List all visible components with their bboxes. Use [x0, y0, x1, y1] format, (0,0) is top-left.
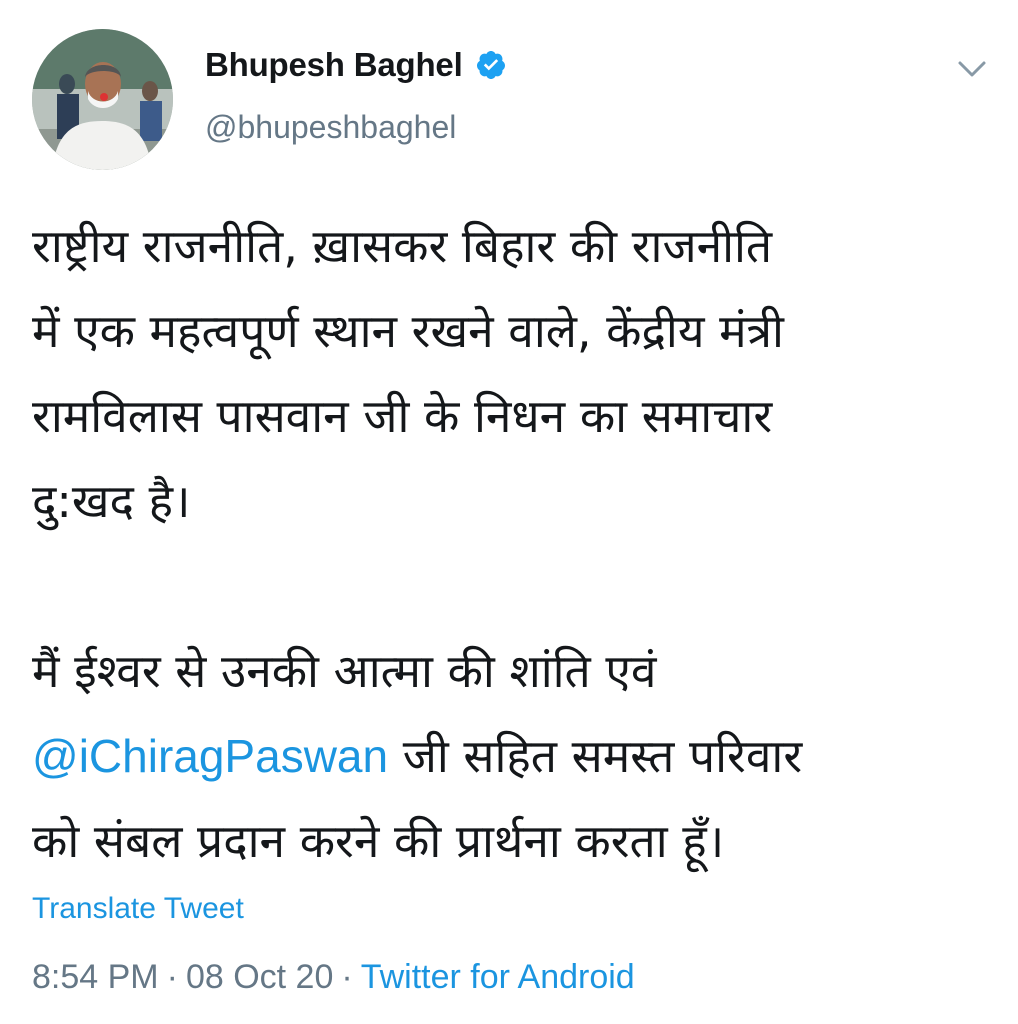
author-handle[interactable]: @bhupeshbaghel — [205, 109, 456, 146]
tweet-paragraph-1: राष्ट्रीय राजनीति, ख़ासकर बिहार की राजनी… — [32, 219, 784, 528]
mention-link[interactable]: @iChiragPaswan — [32, 730, 388, 782]
tweet-source-link[interactable]: Twitter for Android — [361, 958, 635, 996]
author-name-row: Bhupesh Baghel — [205, 46, 507, 84]
author-display-name[interactable]: Bhupesh Baghel — [205, 46, 463, 84]
tweet-date[interactable]: 08 Oct 20 — [186, 958, 333, 996]
tweet-metadata: 8:54 PM · 08 Oct 20 · Twitter for Android — [32, 958, 635, 997]
meta-separator: · — [166, 958, 178, 996]
tweet-card: Bhupesh Baghel @bhupeshbaghel राष्ट्रीय … — [0, 0, 1018, 1024]
tweet-paragraph-2: मैं ईश्वर से उनकी आत्मा की शांति एवं @iC… — [32, 629, 982, 884]
tweet-menu-button[interactable] — [952, 54, 992, 84]
verified-badge-icon — [476, 51, 505, 79]
avatar[interactable] — [32, 29, 173, 170]
tweet-time[interactable]: 8:54 PM — [32, 958, 159, 996]
chevron-down-icon — [958, 61, 986, 77]
tweet-text: राष्ट्रीय राजनीति, ख़ासकर बिहार की राजनी… — [32, 204, 982, 884]
translate-tweet-link[interactable]: Translate Tweet — [32, 892, 244, 926]
meta-separator: · — [341, 958, 353, 996]
tweet-paragraph-2-line-1: मैं ईश्वर से उनकी आत्मा की शांति एवं — [32, 644, 657, 698]
